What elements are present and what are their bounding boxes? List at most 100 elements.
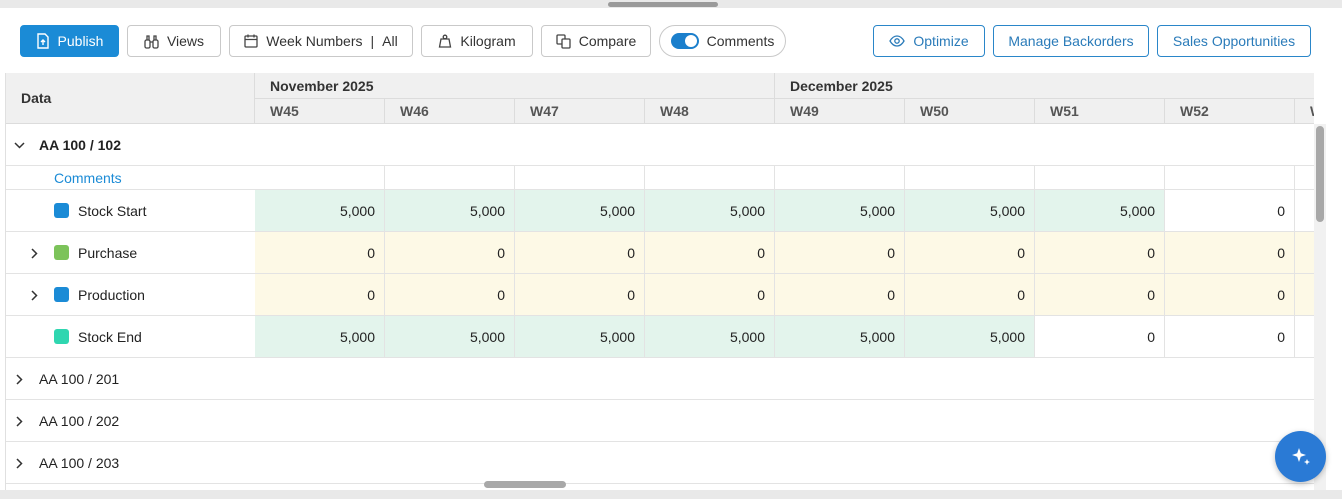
value-cell-partial[interactable]: [1295, 190, 1314, 231]
value-cell[interactable]: 0: [1165, 232, 1295, 273]
chevron-right-icon[interactable]: [12, 414, 26, 428]
comments-toggle[interactable]: Comments: [659, 25, 786, 57]
comment-cell[interactable]: [775, 166, 905, 189]
value-cell[interactable]: 5,000: [515, 316, 645, 357]
views-button[interactable]: Views: [127, 25, 221, 57]
week-numbers-button[interactable]: Week Numbers | All: [229, 25, 413, 57]
publish-button[interactable]: Publish: [20, 25, 119, 57]
week-numbers-separator: |: [370, 33, 375, 49]
sales-opportunities-button[interactable]: Sales Opportunities: [1157, 25, 1311, 57]
top-scrollbar[interactable]: [0, 0, 1342, 8]
group-name: AA 100 / 202: [39, 412, 120, 429]
row-label: Stock Start: [78, 202, 147, 219]
value-cell[interactable]: 5,000: [385, 316, 515, 357]
week-header: W49: [775, 99, 905, 124]
value-cell[interactable]: 5,000: [1035, 190, 1165, 231]
value-cell[interactable]: 0: [1165, 316, 1295, 357]
week-label: W1: [1310, 103, 1314, 119]
ai-assistant-button[interactable]: [1275, 431, 1326, 482]
data-row: Production 0 0 0 0 0 0 0 0: [6, 274, 1314, 316]
value-cell[interactable]: 0: [645, 274, 775, 315]
comment-cell[interactable]: [645, 166, 775, 189]
comments-switch[interactable]: [670, 33, 699, 49]
series-color-swatch: [54, 287, 69, 302]
value-cell[interactable]: 0: [775, 232, 905, 273]
comment-cell[interactable]: [255, 166, 385, 189]
value-cell[interactable]: 0: [905, 232, 1035, 273]
optimize-button[interactable]: Optimize: [873, 25, 985, 57]
value-cell[interactable]: 0: [1165, 274, 1295, 315]
value-cell-partial[interactable]: [1295, 232, 1314, 273]
compare-icon: [556, 33, 571, 49]
group-row[interactable]: AA 100 / 202: [6, 400, 1314, 442]
value-cell[interactable]: 5,000: [775, 316, 905, 357]
value-cell[interactable]: 0: [515, 274, 645, 315]
data-row: Stock Start 5,000 5,000 5,000 5,000 5,000 5,00…: [6, 190, 1314, 232]
chevron-right-icon[interactable]: [12, 372, 26, 386]
top-scrollbar-thumb[interactable]: [608, 2, 718, 7]
unit-button[interactable]: Kilogram: [421, 25, 533, 57]
comment-cell[interactable]: [1165, 166, 1295, 189]
comment-cell[interactable]: [1295, 166, 1314, 189]
chevron-down-icon[interactable]: [12, 138, 26, 152]
comment-cell[interactable]: [1035, 166, 1165, 189]
value-cell[interactable]: 0: [1035, 274, 1165, 315]
week-label: W51: [1050, 103, 1079, 119]
week-label: W52: [1180, 103, 1209, 119]
data-header-label: Data: [21, 90, 52, 106]
vertical-scrollbar-thumb[interactable]: [1316, 126, 1324, 222]
group-name: AA 100 / 203: [39, 454, 120, 471]
chevron-right-icon[interactable]: [27, 246, 41, 260]
manage-backorders-button[interactable]: Manage Backorders: [993, 25, 1149, 57]
series-color-swatch: [54, 329, 69, 344]
value-cell[interactable]: 0: [385, 274, 515, 315]
vertical-scrollbar[interactable]: [1314, 124, 1326, 490]
group-row[interactable]: AA 100 / 201: [6, 358, 1314, 400]
horizontal-scrollbar-thumb[interactable]: [484, 481, 566, 488]
value-cell[interactable]: 5,000: [645, 190, 775, 231]
value-cell[interactable]: 0: [515, 232, 645, 273]
value-cell[interactable]: 0: [645, 232, 775, 273]
comment-cell[interactable]: [385, 166, 515, 189]
compare-label: Compare: [578, 33, 637, 49]
chevron-right-icon[interactable]: [27, 288, 41, 302]
value-cell[interactable]: 5,000: [515, 190, 645, 231]
horizontal-scrollbar[interactable]: [254, 478, 1314, 490]
value-cell[interactable]: 0: [775, 274, 905, 315]
value-cell[interactable]: 0: [1165, 190, 1295, 231]
value-cell-partial[interactable]: [1295, 316, 1314, 357]
value-cell[interactable]: 5,000: [905, 190, 1035, 231]
value-cell[interactable]: 5,000: [255, 316, 385, 357]
value-cell[interactable]: 0: [905, 274, 1035, 315]
value-cell[interactable]: 0: [255, 274, 385, 315]
value-cell[interactable]: 5,000: [775, 190, 905, 231]
value-cell[interactable]: 5,000: [255, 190, 385, 231]
publish-label: Publish: [57, 33, 104, 49]
week-label: W45: [270, 103, 299, 119]
week-label: W47: [530, 103, 559, 119]
group-row-aa100-102[interactable]: AA 100 / 102: [6, 124, 1314, 166]
value-cell[interactable]: 0: [1035, 316, 1165, 357]
sales-opportunities-label: Sales Opportunities: [1172, 33, 1296, 49]
week-header: W1: [1295, 99, 1314, 124]
row-label: Production: [78, 286, 145, 303]
value-cell[interactable]: 0: [255, 232, 385, 273]
compare-button[interactable]: Compare: [541, 25, 651, 57]
value-cell[interactable]: 0: [1035, 232, 1165, 273]
binoculars-icon: [144, 34, 159, 49]
chevron-right-icon[interactable]: [12, 456, 26, 470]
comments-link[interactable]: Comments: [54, 170, 122, 186]
week-label: W49: [790, 103, 819, 119]
value-cell[interactable]: 5,000: [905, 316, 1035, 357]
comment-cell[interactable]: [515, 166, 645, 189]
comments-row: Comments: [6, 166, 1314, 190]
comment-cell[interactable]: [905, 166, 1035, 189]
value-cell[interactable]: 0: [385, 232, 515, 273]
value-cell[interactable]: 5,000: [385, 190, 515, 231]
value-cell[interactable]: 5,000: [645, 316, 775, 357]
week-header: W47: [515, 99, 645, 124]
week-header: W45: [255, 99, 385, 124]
series-color-swatch: [54, 245, 69, 260]
group-name: AA 100 / 201: [39, 370, 120, 387]
value-cell-partial[interactable]: [1295, 274, 1314, 315]
